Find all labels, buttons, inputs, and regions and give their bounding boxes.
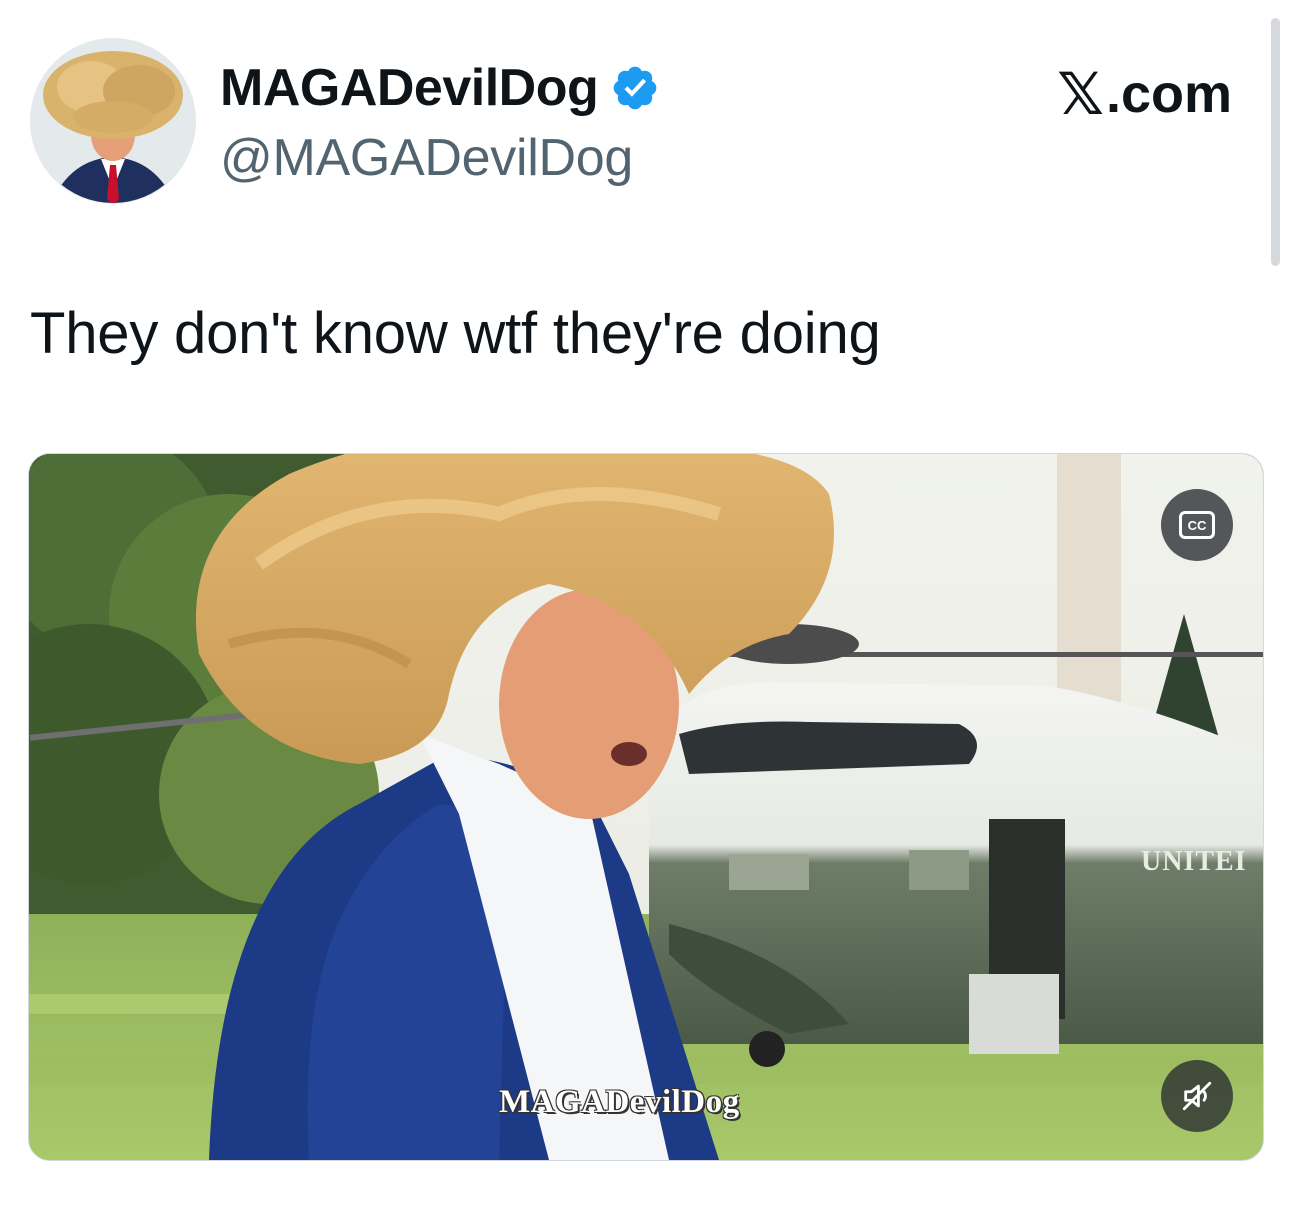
brand-text: .com bbox=[1105, 64, 1232, 124]
display-name[interactable]: MAGADevilDog bbox=[220, 58, 599, 118]
mute-button[interactable] bbox=[1161, 1060, 1233, 1132]
user-handle[interactable]: @MAGADevilDog bbox=[220, 128, 633, 188]
video-watermark: MAGADevilDog bbox=[499, 1084, 740, 1120]
scrollbar[interactable] bbox=[1271, 18, 1280, 266]
volume-muted-icon bbox=[1182, 1081, 1212, 1111]
avatar-image bbox=[31, 39, 195, 203]
closed-captions-icon: CC bbox=[1179, 511, 1215, 539]
closed-captions-button[interactable]: CC bbox=[1161, 489, 1233, 561]
video-frame bbox=[29, 454, 1263, 1160]
tweet-text: They don't know wtf they're doing bbox=[30, 301, 881, 366]
avatar[interactable] bbox=[30, 38, 196, 204]
brand-label: 𝕏 .com bbox=[1057, 60, 1232, 128]
helicopter-text: UNITEI bbox=[1141, 846, 1247, 877]
x-logo-icon: 𝕏 bbox=[1057, 62, 1104, 127]
display-name-row[interactable]: MAGADevilDog bbox=[220, 58, 660, 118]
verified-badge-icon bbox=[613, 66, 657, 110]
video-player[interactable]: UNITEI CC MAGADevilDog bbox=[28, 453, 1264, 1161]
